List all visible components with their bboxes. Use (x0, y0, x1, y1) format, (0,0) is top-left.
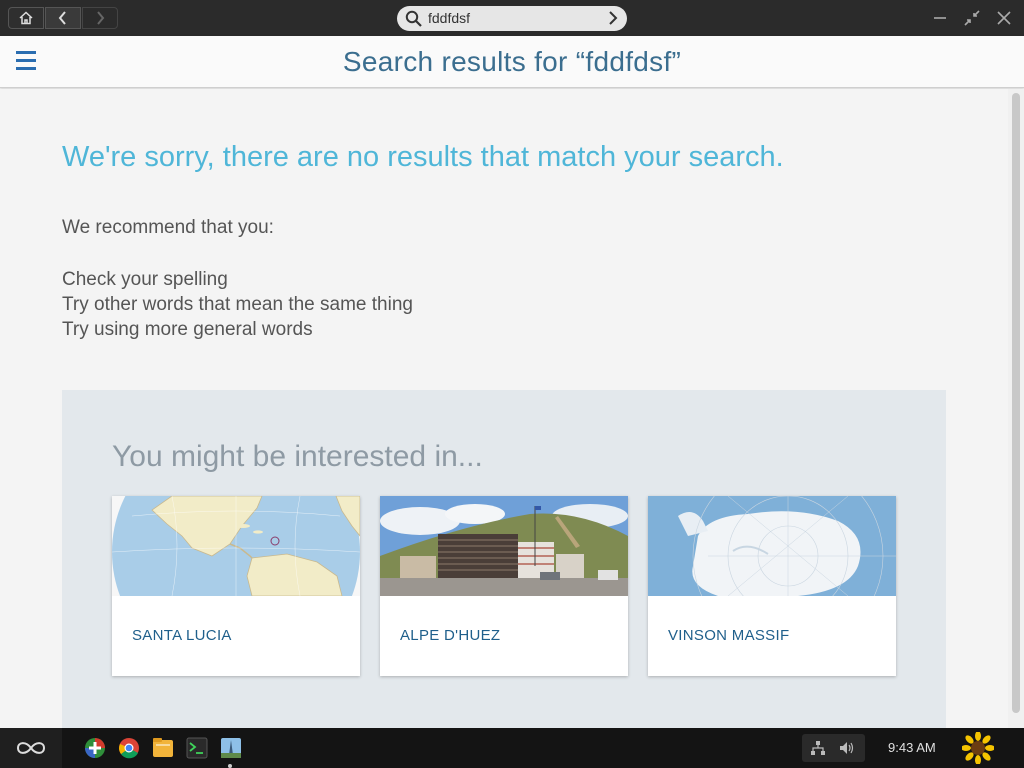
app-header: Search results for “fddfdsf” (0, 36, 1024, 88)
suggestions-panel: You might be interested in... SANTA LUCI… (62, 390, 946, 728)
vertical-scrollbar[interactable] (1008, 89, 1024, 728)
search-input[interactable]: fddfdsf (428, 10, 470, 26)
search-box[interactable]: fddfdsf (397, 6, 627, 31)
go-icon[interactable] (608, 11, 618, 25)
close-icon[interactable] (996, 10, 1012, 26)
title-bar: fddfdsf (0, 0, 1024, 36)
antarctica-map-image (648, 496, 896, 596)
search-icon (405, 10, 422, 27)
card-label: ALPE D'HUEZ (400, 627, 501, 644)
resort-photo-image (380, 496, 628, 596)
clock[interactable]: 9:43 AM (888, 740, 936, 755)
suggestion-card-vinson-massif[interactable]: VINSON MASSIF (648, 496, 896, 676)
suggestions-title: You might be interested in... (112, 440, 483, 473)
network-icon[interactable] (810, 740, 826, 756)
user-avatar-icon[interactable] (962, 732, 994, 764)
back-button[interactable] (45, 7, 81, 29)
home-icon (19, 11, 33, 25)
chrome-icon[interactable] (118, 737, 140, 759)
files-icon[interactable] (152, 737, 174, 759)
system-menu-button[interactable] (0, 728, 62, 768)
app-store-icon[interactable] (84, 737, 106, 759)
tip-item: Try other words that mean the same thing (62, 294, 413, 315)
suggestion-card-alpe-dhuez[interactable]: ALPE D'HUEZ (380, 496, 628, 676)
taskbar: 9:43 AM (0, 728, 1024, 768)
system-tray (802, 734, 865, 762)
photo-app-icon[interactable] (220, 737, 242, 759)
tips-list: Check your spelling Try other words that… (62, 267, 413, 342)
scrollbar-thumb[interactable] (1012, 93, 1020, 713)
terminal-icon[interactable] (186, 737, 208, 759)
results-content: We're sorry, there are no results that m… (0, 89, 1008, 728)
globe-map-image (112, 496, 360, 596)
forward-icon (97, 11, 105, 25)
page-title: Search results for “fddfdsf” (342, 46, 682, 77)
suggestion-card-santa-lucia[interactable]: SANTA LUCIA (112, 496, 360, 676)
back-icon (58, 11, 66, 25)
running-indicator-icon (228, 764, 232, 768)
card-label: VINSON MASSIF (668, 627, 790, 644)
card-label: SANTA LUCIA (132, 627, 232, 644)
forward-button[interactable] (82, 7, 118, 29)
minimize-icon[interactable] (932, 10, 948, 26)
no-results-message: We're sorry, there are no results that m… (62, 141, 784, 173)
tip-item: Try using more general words (62, 319, 313, 340)
infinity-logo-icon (16, 742, 46, 754)
restore-icon[interactable] (964, 10, 980, 26)
volume-icon[interactable] (838, 740, 856, 756)
recommend-text: We recommend that you: (62, 217, 274, 238)
tip-item: Check your spelling (62, 269, 228, 290)
home-button[interactable] (8, 7, 44, 29)
